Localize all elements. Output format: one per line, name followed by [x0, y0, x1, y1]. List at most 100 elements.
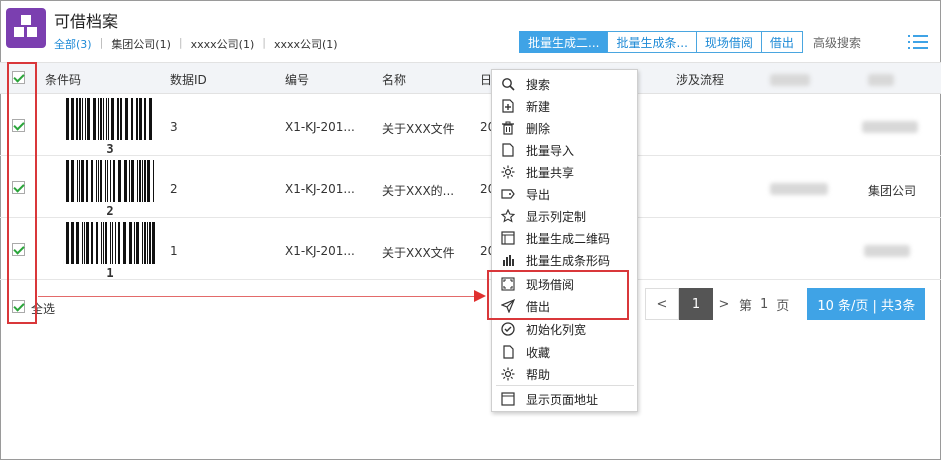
menu-item-new[interactable]: 新建	[492, 95, 639, 117]
prev-page-button[interactable]: <	[645, 288, 679, 320]
column-header-id[interactable]: 数据ID	[170, 71, 207, 88]
window-icon	[500, 391, 516, 407]
menu-item-delete[interactable]: 删除	[492, 117, 639, 139]
barcode-image: 1	[62, 222, 158, 280]
barcode-bar	[123, 222, 126, 264]
filter-all[interactable]: 全部(3)	[54, 36, 98, 52]
page-label-suffix: 页	[776, 298, 790, 314]
batch-barcode-button[interactable]: 批量生成条...	[607, 31, 697, 53]
menu-item-reset-column-width[interactable]: 初始化列宽	[492, 318, 639, 340]
barcode-bar	[98, 160, 99, 202]
barcode-bar	[110, 160, 111, 202]
filter-group-company[interactable]: 集团公司(1)	[105, 36, 177, 52]
barcode-bar	[100, 160, 102, 202]
barcode-bar	[82, 222, 83, 264]
table-row[interactable]: 1 1 X1-KJ-201... 关于XXX文件 20	[0, 218, 941, 280]
context-menu: 搜索 新建 删除 批量导入 批量共享 导出 显示列定制 批量生成二维码 批量生成…	[491, 69, 638, 412]
menu-item-label: 收藏	[526, 345, 551, 360]
cell-name: 关于XXX文件	[382, 122, 455, 136]
menu-item-label: 初始化列宽	[526, 322, 587, 337]
column-header-barcode[interactable]: 条件码	[45, 71, 81, 88]
onsite-borrow-button[interactable]: 现场借阅	[695, 31, 762, 53]
barcode-bar	[131, 160, 134, 202]
filter-separator: |	[99, 36, 104, 49]
table-header: 条件码 数据ID 编号 名称 日 涉及流程	[0, 62, 941, 94]
barcode-bar	[91, 160, 93, 202]
barcode-number: 1	[106, 266, 114, 280]
page-size-select[interactable]: 10 条/页 | 共3条	[807, 288, 926, 320]
barcode-bar	[87, 98, 90, 140]
barcode-bar	[81, 160, 84, 202]
highlight-menu-items	[487, 270, 629, 320]
app-logo-icon	[6, 8, 46, 48]
barcode-bar	[118, 160, 121, 202]
page-header: 可借档案 全部(3) | 集团公司(1) | xxxx公司(1) | xxxx公…	[0, 0, 941, 62]
menu-item-help[interactable]: 帮助	[492, 363, 639, 385]
next-page-button[interactable]: >	[713, 288, 735, 320]
menu-item-label: 批量导入	[526, 143, 575, 158]
menu-item-batch-import[interactable]: 批量导入	[492, 139, 639, 161]
barcode-bar	[105, 160, 106, 202]
table-row[interactable]: 3 3 X1-KJ-201... 关于XXX文件 20	[0, 94, 941, 156]
menu-item-column-custom[interactable]: 显示列定制	[492, 205, 639, 227]
barcode-bar	[139, 98, 142, 140]
menu-item-show-page-url[interactable]: 显示页面地址	[492, 388, 639, 410]
barcode-bar	[106, 98, 107, 140]
table-row[interactable]: 2 2 X1-KJ-201... 关于XXX的... 20 集团公司	[0, 156, 941, 218]
share-icon	[500, 164, 516, 180]
barcode-bar	[100, 98, 102, 140]
current-page-button[interactable]: 1	[679, 288, 713, 320]
barcode-bar	[71, 98, 74, 140]
filter-separator: |	[262, 36, 266, 49]
menu-item-batch-qrcode[interactable]: 批量生成二维码	[492, 227, 639, 249]
barcode-bar	[82, 98, 83, 140]
column-header-name[interactable]: 名称	[382, 71, 406, 88]
batch-qrcode-button[interactable]: 批量生成二...	[519, 31, 609, 53]
barcode-bar	[136, 222, 139, 264]
barcode-bar	[112, 222, 113, 264]
barcode-bar	[105, 222, 107, 264]
barcode-bar	[96, 222, 98, 264]
barcode-bar	[108, 98, 109, 140]
lend-out-button[interactable]: 借出	[760, 31, 803, 53]
toolbar: 批量生成二... 批量生成条... 现场借阅 借出 高级搜索	[519, 31, 871, 53]
barcode-icon	[500, 252, 516, 268]
page-label-prefix: 第	[739, 298, 753, 314]
cell-code: X1-KJ-201...	[285, 120, 355, 134]
barcode-bar	[149, 98, 152, 140]
menu-item-export[interactable]: 导出	[492, 183, 639, 205]
barcode-bar	[131, 98, 133, 140]
barcode-bar	[85, 98, 86, 140]
highlight-checkbox-column	[7, 62, 37, 324]
barcode-bar	[147, 160, 150, 202]
barcode-bar	[134, 222, 135, 264]
filter-company-a[interactable]: xxxx公司(1)	[185, 36, 261, 52]
column-header-code[interactable]: 编号	[285, 71, 309, 88]
menu-item-favorite[interactable]: 收藏	[492, 341, 639, 363]
page-number-input[interactable]: 1	[756, 288, 772, 320]
barcode-bar	[144, 160, 146, 202]
menu-item-label: 搜索	[526, 77, 551, 92]
menu-item-label: 显示列定制	[526, 209, 587, 224]
barcode-bar	[76, 222, 79, 264]
barcode-bar	[93, 98, 96, 140]
list-menu-icon[interactable]	[908, 33, 930, 51]
filter-company-b[interactable]: xxxx公司(1)	[268, 36, 344, 52]
qrcode-icon	[500, 230, 516, 246]
barcode-bar	[120, 98, 122, 140]
barcode-number: 3	[106, 142, 114, 156]
barcode-bar	[96, 160, 97, 202]
barcode-bar	[111, 98, 114, 140]
menu-item-batch-share[interactable]: 批量共享	[492, 161, 639, 183]
barcode-bar	[110, 222, 111, 264]
menu-item-label: 批量生成条形码	[526, 253, 611, 268]
menu-item-search[interactable]: 搜索	[492, 73, 639, 95]
cell-code: X1-KJ-201...	[285, 182, 355, 196]
column-header-process[interactable]: 涉及流程	[676, 71, 724, 88]
advanced-search-link[interactable]: 高级搜索	[803, 31, 871, 53]
barcode-image: 2	[62, 160, 158, 218]
barcode-bar	[115, 222, 116, 264]
menu-item-batch-barcode[interactable]: 批量生成条形码	[492, 249, 639, 271]
barcode-bar	[66, 98, 69, 140]
barcode-bar	[76, 98, 78, 140]
